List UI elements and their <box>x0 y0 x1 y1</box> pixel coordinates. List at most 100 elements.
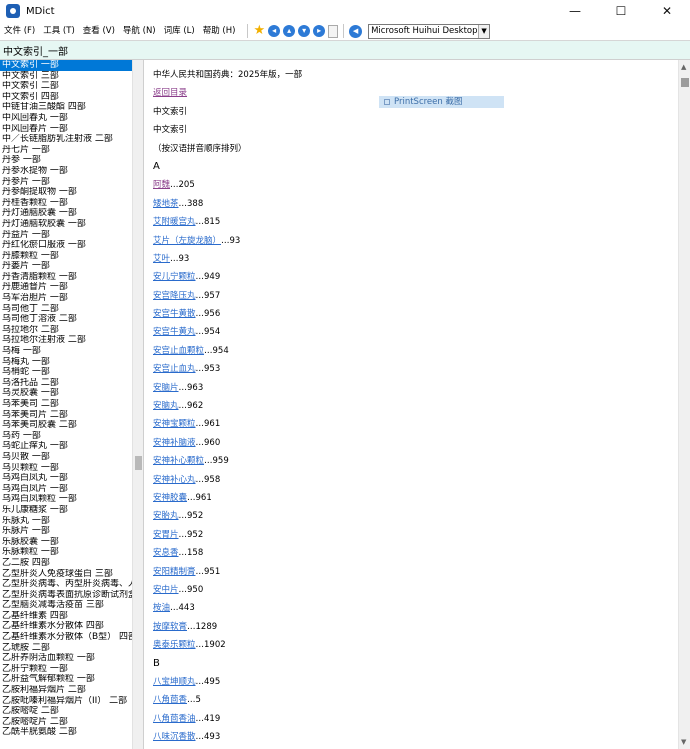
list-item[interactable]: 乌鸡白凤颗粒 一部 <box>0 494 133 505</box>
list-item[interactable]: 乌梅 一部 <box>0 346 133 357</box>
chevron-down-icon[interactable]: ▼ <box>478 24 490 38</box>
back-to-contents-link[interactable]: 返回目录 <box>153 88 187 98</box>
list-item[interactable]: 乌拉地尔 二部 <box>0 325 133 336</box>
entry-link[interactable]: 奥泰乐颗粒 <box>153 640 196 650</box>
list-item[interactable]: 乌灵胶囊 一部 <box>0 388 133 399</box>
list-item[interactable]: 乙胺嘧啶 二部 <box>0 706 133 717</box>
list-item[interactable]: 乐脉丸 一部 <box>0 516 133 527</box>
menu-navigate[interactable]: 导航 (N) <box>119 22 160 40</box>
entry-link[interactable]: 安胎丸 <box>153 511 179 521</box>
entry-link[interactable]: 安神补心丸 <box>153 475 196 485</box>
entry-link[interactable]: 安中片 <box>153 585 179 595</box>
entry-link[interactable]: 八角茴香 <box>153 695 187 705</box>
list-item[interactable]: 中文索引 三部 <box>0 71 133 82</box>
entry-link[interactable]: 安儿宁颗粒 <box>153 272 196 282</box>
list-item[interactable]: 中风回春丸 一部 <box>0 113 133 124</box>
list-item[interactable]: 乙酰半胱氨酸 二部 <box>0 727 133 738</box>
entry-link[interactable]: 安宫牛黄散 <box>153 309 196 319</box>
entry-link[interactable]: 安胃片 <box>153 530 179 540</box>
entry-link[interactable]: 安神胶囊 <box>153 493 187 503</box>
scrollbar-thumb[interactable] <box>681 78 689 87</box>
forward-arrow-icon[interactable]: ▸ <box>313 25 326 37</box>
list-item[interactable]: 丹参水提物 一部 <box>0 166 133 177</box>
list-item[interactable]: 乌药 一部 <box>0 431 133 442</box>
scrollbar-thumb[interactable] <box>135 456 142 470</box>
list-item[interactable]: 丹香清脂颗粒 一部 <box>0 272 133 283</box>
list-item[interactable]: 乙基纤维素水分散体（B型） 四部 <box>0 632 133 643</box>
entry-link[interactable]: 桉油 <box>153 603 170 613</box>
list-item[interactable]: 乐脉颗粒 一部 <box>0 547 133 558</box>
list-item[interactable]: 丹红化瘀口服液 一部 <box>0 240 133 251</box>
list-item[interactable]: 乙二胺 四部 <box>0 558 133 569</box>
list-item[interactable]: 中／长链脂肪乳注射液 二部 <box>0 134 133 145</box>
minimize-button[interactable]: — <box>552 0 598 22</box>
list-item[interactable]: 丹参 一部 <box>0 155 133 166</box>
entry-link[interactable]: 安神宝颗粒 <box>153 419 196 429</box>
menu-view[interactable]: 查看 (V) <box>79 22 119 40</box>
menu-tools[interactable]: 工具 (T) <box>39 22 79 40</box>
entry-link[interactable]: 安宫止血丸 <box>153 364 196 374</box>
list-item[interactable]: 乙胺吡嗪利福异烟片（II） 二部 <box>0 696 133 707</box>
entry-link[interactable]: 艾片（左旋龙脑） <box>153 236 221 246</box>
list-item[interactable]: 乌贝颗粒 一部 <box>0 463 133 474</box>
entry-link[interactable]: 按摩软膏 <box>153 622 187 632</box>
content-scrollbar[interactable]: ▲ ▼ <box>678 60 690 749</box>
list-item[interactable]: 乙基纤维素水分散体 四部 <box>0 621 133 632</box>
list-item[interactable]: 丹膝颗粒 一部 <box>0 251 133 262</box>
list-item[interactable]: 丹七片 一部 <box>0 145 133 156</box>
entry-link[interactable]: 八角茴香油 <box>153 714 196 724</box>
list-item[interactable]: 乐脉片 一部 <box>0 526 133 537</box>
list-item[interactable]: 中文索引 二部 <box>0 81 133 92</box>
list-item[interactable]: 乌军治胆片 一部 <box>0 293 133 304</box>
search-input[interactable]: 中文索引_一部 <box>0 40 690 60</box>
entry-link[interactable]: 安脑片 <box>153 383 179 393</box>
list-item[interactable]: 乙肝益气解郁颗粒 一部 <box>0 674 133 685</box>
back-arrow-icon[interactable]: ◂ <box>268 25 281 37</box>
list-item[interactable]: 乐脉胶囊 一部 <box>0 537 133 548</box>
close-button[interactable]: ✕ <box>644 0 690 22</box>
list-item[interactable]: 丹桂香颗粒 一部 <box>0 198 133 209</box>
list-item[interactable]: 丹蒌片 一部 <box>0 261 133 272</box>
list-item[interactable]: 乙胺利福异烟片 二部 <box>0 685 133 696</box>
list-item[interactable]: 丹鹿通督片 一部 <box>0 282 133 293</box>
list-item[interactable]: 乙肝宁颗粒 一部 <box>0 664 133 675</box>
list-item[interactable]: 乌洛托品 二部 <box>0 378 133 389</box>
scroll-down-icon[interactable]: ▼ <box>681 738 686 746</box>
list-item[interactable]: 乌梢蛇 一部 <box>0 367 133 378</box>
list-item[interactable]: 丹益片 一部 <box>0 230 133 241</box>
entry-link[interactable]: 矮地茶 <box>153 199 179 209</box>
list-item[interactable]: 乙胺嘧啶片 二部 <box>0 717 133 728</box>
list-item[interactable]: 乌苯美司胶囊 二部 <box>0 420 133 431</box>
list-item[interactable]: 乙型肝炎人免疫球蛋白 三部 <box>0 569 133 580</box>
list-item[interactable]: 中风回春片 一部 <box>0 124 133 135</box>
list-item[interactable]: 乙琥胺 二部 <box>0 643 133 654</box>
down-arrow-icon[interactable]: ▾ <box>298 25 311 37</box>
favorite-star-icon[interactable]: ★ <box>253 24 265 38</box>
maximize-button[interactable]: ☐ <box>598 0 644 22</box>
document-icon[interactable] <box>328 24 339 38</box>
list-item[interactable]: 乐儿康糖浆 一部 <box>0 505 133 516</box>
entry-link[interactable]: 安阳精制膏 <box>153 567 196 577</box>
entry-link[interactable]: 安息香 <box>153 548 179 558</box>
list-item[interactable]: 乌司他丁 二部 <box>0 304 133 315</box>
list-item[interactable]: 乌鸡白凤片 一部 <box>0 484 133 495</box>
list-item[interactable]: 丹参酮提取物 一部 <box>0 187 133 198</box>
list-item[interactable]: 乌梅丸 一部 <box>0 357 133 368</box>
scroll-up-icon[interactable]: ▲ <box>681 63 686 71</box>
list-item[interactable]: 乌司他丁溶液 二部 <box>0 314 133 325</box>
list-item[interactable]: 乌贝散 一部 <box>0 452 133 463</box>
list-item[interactable]: 乌苯美司 二部 <box>0 399 133 410</box>
entry-link[interactable]: 安宫牛黄丸 <box>153 327 196 337</box>
list-item[interactable]: 丹参片 一部 <box>0 177 133 188</box>
entry-link[interactable]: 艾叶 <box>153 254 170 264</box>
entry-link[interactable]: 艾附暖宫丸 <box>153 217 196 227</box>
menu-file[interactable]: 文件 (F) <box>0 22 39 40</box>
list-item[interactable]: 乙基纤维素 四部 <box>0 611 133 622</box>
list-item[interactable]: 丹灯通脑软胶囊 一部 <box>0 219 133 230</box>
list-item[interactable]: 乙肝养阴活血颗粒 一部 <box>0 653 133 664</box>
menu-library[interactable]: 词库 (L) <box>160 22 199 40</box>
list-item[interactable]: 中文索引 四部 <box>0 92 133 103</box>
speaker-icon[interactable]: ◀ <box>349 24 363 38</box>
list-item[interactable]: 中文索引 一部 <box>0 60 133 71</box>
list-item[interactable]: 乙型肝炎病毒表面抗原诊断试剂盒 <box>0 590 133 601</box>
